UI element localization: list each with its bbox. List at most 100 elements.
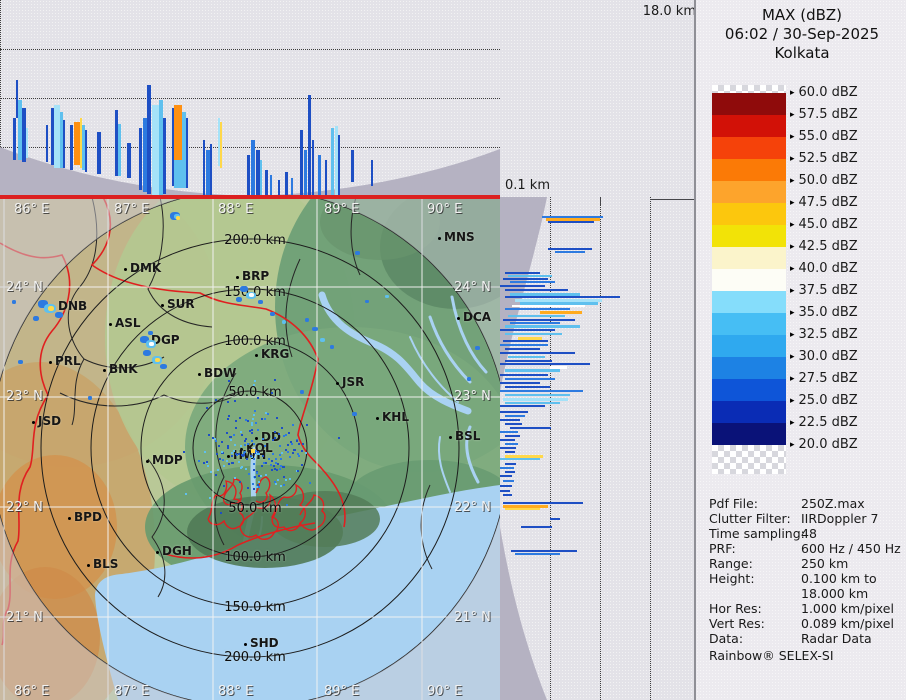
meta-value: 1.000 km/pixel xyxy=(801,601,894,616)
meta-value: Radar Data xyxy=(801,631,872,646)
echo-bar xyxy=(70,125,73,170)
scale-tick-label: ▸ 35.0 dBZ xyxy=(790,305,858,320)
echo-bar xyxy=(220,122,222,168)
echo-bar xyxy=(63,120,65,168)
echo-bar xyxy=(270,175,272,197)
scale-tick-arrow-icon: ▸ xyxy=(790,374,795,384)
scale-tick-arrow-icon: ▸ xyxy=(790,198,795,208)
right-cross-section-panel xyxy=(500,197,700,700)
meta-row: Hor Res: 1.000 km/pixel xyxy=(709,601,904,616)
scale-tick-label: ▸ 57.5 dBZ xyxy=(790,107,858,122)
echo-bar xyxy=(304,150,307,197)
height-max-label: 18.0 km xyxy=(642,4,696,19)
meta-value: 0.089 km/pixel xyxy=(801,616,894,631)
meta-label: Vert Res: xyxy=(709,616,765,631)
meta-value: 18.000 km xyxy=(801,586,869,601)
scale-tick-arrow-icon: ▸ xyxy=(790,418,795,428)
echo-bar xyxy=(85,130,87,172)
scale-band xyxy=(712,401,786,423)
echo-bar xyxy=(127,143,131,178)
scale-band xyxy=(712,313,786,335)
right-panel-blind-cone xyxy=(500,197,547,700)
scale-tick-arrow-icon: ▸ xyxy=(790,176,795,186)
scale-tick-label: ▸ 37.5 dBZ xyxy=(790,283,858,298)
meta-label: Clutter Filter: xyxy=(709,511,791,526)
scale-band xyxy=(712,93,786,115)
meta-row: Data: Radar Data xyxy=(709,631,904,646)
meta-value: 600 Hz / 450 Hz xyxy=(801,541,901,556)
echo-bar xyxy=(331,128,334,197)
echo-bar xyxy=(174,105,182,160)
meta-value: 250Z.max xyxy=(801,496,865,511)
scale-tick-arrow-icon: ▸ xyxy=(790,242,795,252)
scale-tick-arrow-icon: ▸ xyxy=(790,396,795,406)
scale-band xyxy=(712,269,786,291)
height-axis-tick xyxy=(600,197,601,205)
scale-tick-arrow-icon: ▸ xyxy=(790,132,795,142)
echo-bar xyxy=(338,135,340,197)
scale-band xyxy=(712,159,786,181)
meta-row: Height: 0.100 km to xyxy=(709,571,904,586)
station-name: Kolkata xyxy=(774,44,830,62)
scale-band xyxy=(712,379,786,401)
meta-label: Data: xyxy=(709,631,744,646)
scale-band xyxy=(712,335,786,357)
scale-tick-arrow-icon: ▸ xyxy=(790,330,795,340)
echo-bar xyxy=(147,85,151,194)
scale-tick-label: ▸ 40.0 dBZ xyxy=(790,261,858,276)
scale-band xyxy=(712,291,786,313)
scale-tick-label: ▸ 30.0 dBZ xyxy=(790,349,858,364)
scale-band xyxy=(712,137,786,159)
meta-row: Vert Res: 0.089 km/pixel xyxy=(709,616,904,631)
scale-tick-label: ▸ 32.5 dBZ xyxy=(790,327,858,342)
meta-label: Range: xyxy=(709,556,753,571)
legend-header: MAX (dBZ) 06:02 / 30-Sep-2025 Kolkata xyxy=(700,6,904,63)
scale-band xyxy=(712,423,786,445)
echo-bar xyxy=(210,144,212,196)
meta-label: Time sampling: xyxy=(709,526,805,541)
echo-bar xyxy=(186,118,188,188)
height-min-label: 0.1 km xyxy=(505,178,550,193)
scale-band-transparent-top xyxy=(712,85,786,93)
scan-datetime: 06:02 / 30-Sep-2025 xyxy=(724,25,880,43)
meta-value: IIRDoppler 7 xyxy=(801,511,879,526)
echo-bar xyxy=(308,95,311,197)
meta-label: Hor Res: xyxy=(709,601,762,616)
product-title: MAX (dBZ) xyxy=(761,6,843,24)
scale-tick-arrow-icon: ▸ xyxy=(790,308,795,318)
echo-bar xyxy=(139,128,142,190)
scale-tick-label: ▸ 60.0 dBZ xyxy=(790,85,858,100)
scale-band-transparent-bottom xyxy=(712,445,786,474)
height-axis-line xyxy=(650,199,697,200)
meta-value: 48 xyxy=(801,526,817,541)
scale-tick-label: ▸ 47.5 dBZ xyxy=(790,195,858,210)
scale-tick-label: ▸ 22.5 dBZ xyxy=(790,415,858,430)
echo-bar xyxy=(174,160,182,188)
echo-bar xyxy=(285,172,288,197)
scale-tick-arrow-icon: ▸ xyxy=(790,286,795,296)
scale-tick-arrow-icon: ▸ xyxy=(790,264,795,274)
echo-bar xyxy=(318,155,321,197)
scale-tick-label: ▸ 20.0 dBZ xyxy=(790,437,858,452)
meta-row: Pdf File: 250Z.max xyxy=(709,496,904,511)
scale-band xyxy=(712,225,786,247)
scale-tick-arrow-icon: ▸ xyxy=(790,154,795,164)
scale-tick-arrow-icon: ▸ xyxy=(790,110,795,120)
scale-tick-arrow-icon: ▸ xyxy=(790,352,795,362)
echo-bar xyxy=(46,125,48,162)
meta-label: Pdf File: xyxy=(709,496,758,511)
map-viewport[interactable] xyxy=(0,142,565,700)
scale-tick-label: ▸ 27.5 dBZ xyxy=(790,371,858,386)
meta-row: PRF: 600 Hz / 450 Hz xyxy=(709,541,904,556)
echo-bar xyxy=(118,124,121,176)
scale-tick-label: ▸ 42.5 dBZ xyxy=(790,239,858,254)
legend-divider xyxy=(694,0,696,700)
meta-row: Range: 250 km xyxy=(709,556,904,571)
radar-display-window: 18.0 km 0.1 km 86° E 86° E 87° E 87° E 88° E… xyxy=(0,0,906,700)
echo-bar xyxy=(247,155,250,197)
scale-tick-label: ▸ 55.0 dBZ xyxy=(790,129,858,144)
echo-bar xyxy=(325,160,327,197)
echo-bar xyxy=(312,140,314,197)
echo-bar xyxy=(260,160,262,197)
echo-bar xyxy=(26,128,28,158)
